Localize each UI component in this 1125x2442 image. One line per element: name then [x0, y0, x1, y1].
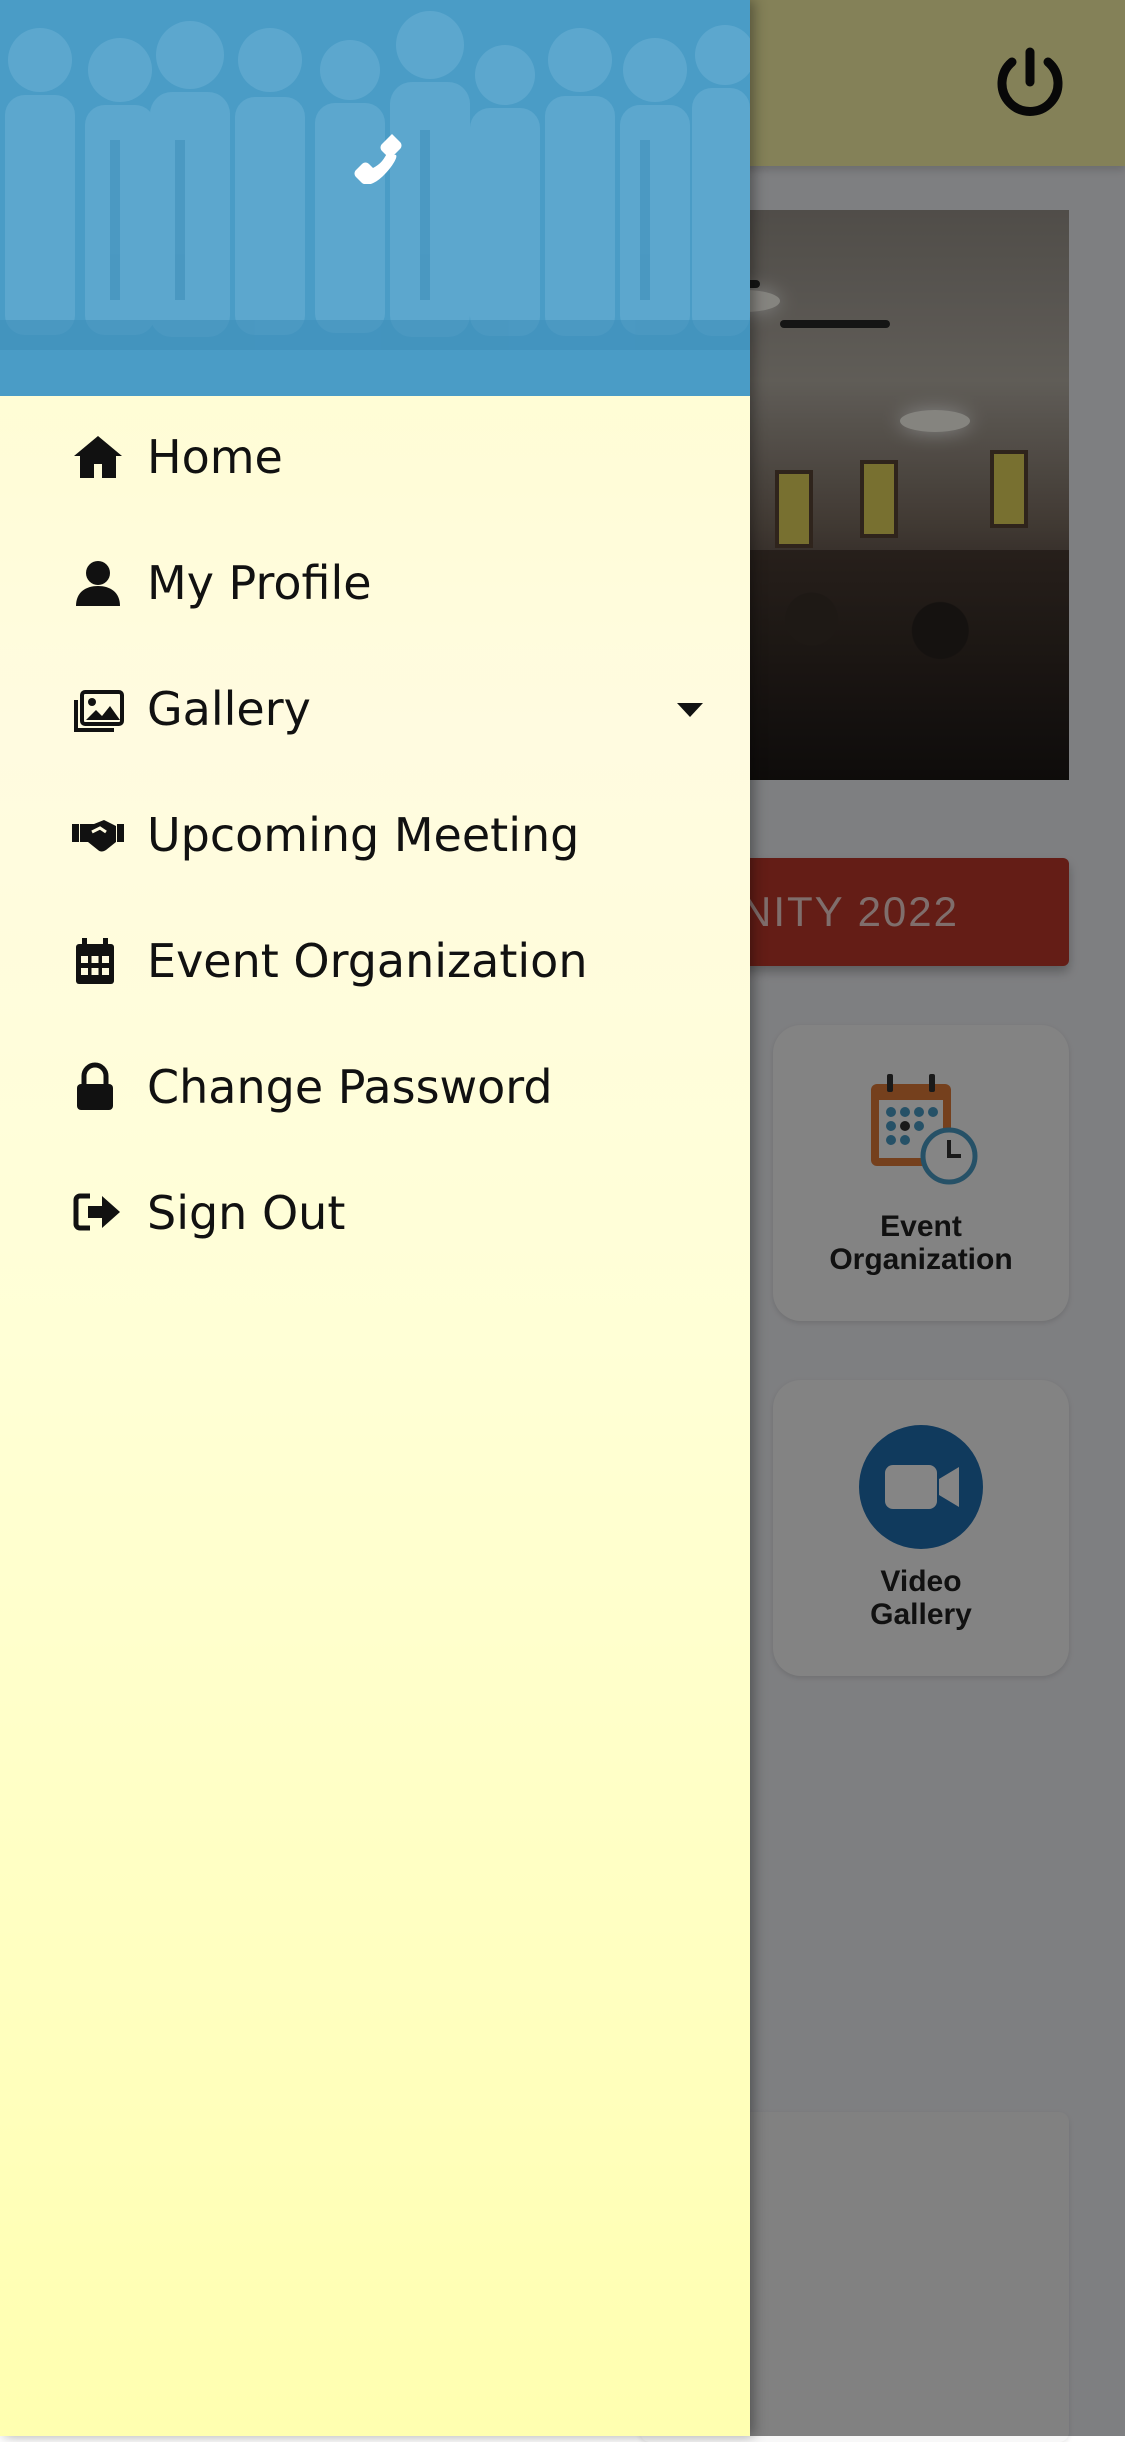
menu-item-home[interactable]: Home [0, 396, 750, 522]
drawer-header [0, 0, 750, 396]
images-icon [74, 690, 124, 732]
menu-label-home: Home [147, 430, 283, 484]
lock-icon [77, 1062, 113, 1110]
home-icon [74, 436, 122, 478]
handshake-icon [72, 820, 124, 852]
menu-item-gallery[interactable]: Gallery [0, 648, 750, 774]
sign-out-icon [73, 1193, 120, 1231]
navigation-drawer: Home My Profile Gallery Upcoming Meeting… [0, 0, 750, 2436]
phone-icon[interactable] [348, 128, 404, 184]
menu-label-event-organization: Event Organization [147, 934, 588, 988]
chevron-down-icon[interactable] [675, 700, 705, 720]
menu-item-my-profile[interactable]: My Profile [0, 522, 750, 648]
menu-item-event-organization[interactable]: Event Organization [0, 900, 750, 1026]
menu-label-upcoming-meeting: Upcoming Meeting [147, 808, 580, 862]
menu-label-change-password: Change Password [147, 1060, 553, 1114]
menu-label-my-profile: My Profile [147, 556, 372, 610]
menu-label-sign-out: Sign Out [147, 1186, 346, 1240]
menu-item-sign-out[interactable]: Sign Out [0, 1152, 750, 1278]
people-illustration [0, 11, 750, 350]
menu-item-upcoming-meeting[interactable]: Upcoming Meeting [0, 774, 750, 900]
menu-label-gallery: Gallery [147, 682, 311, 736]
menu-item-change-password[interactable]: Change Password [0, 1026, 750, 1152]
user-icon [76, 561, 120, 606]
calendar-icon [76, 938, 114, 984]
